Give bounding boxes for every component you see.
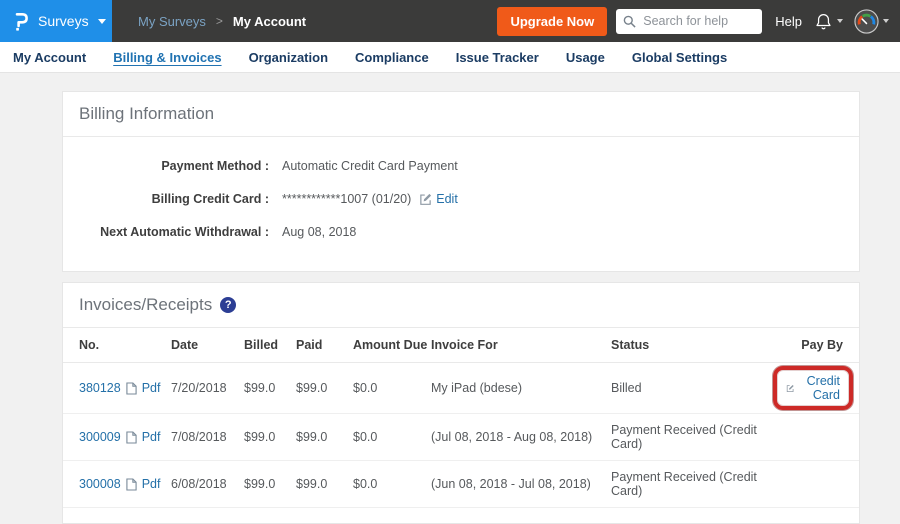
invoice-number-link[interactable]: 300008	[79, 477, 121, 491]
search-input[interactable]	[641, 13, 755, 29]
chevron-down-icon	[883, 19, 889, 23]
edit-pencil-icon	[786, 382, 794, 395]
pdf-download-link[interactable]: Pdf	[142, 430, 161, 444]
invoice-for: (Jul 08, 2018 - Aug 08, 2018)	[431, 414, 611, 461]
invoice-date: 7/20/2018	[171, 363, 244, 414]
app-logo-block[interactable]: Surveys	[0, 0, 112, 42]
nav-tab-my-account[interactable]: My Account	[13, 50, 86, 65]
edit-credit-card-link[interactable]: Edit	[419, 192, 458, 206]
nav-tab-billing-invoices[interactable]: Billing & Invoices	[113, 50, 221, 65]
search-icon	[623, 15, 636, 28]
billing-info-row: Billing Credit Card : ************1007 (…	[79, 192, 843, 206]
nav-tab-issue-tracker[interactable]: Issue Tracker	[456, 50, 539, 65]
invoice-billed: $99.0	[244, 414, 296, 461]
col-header-amount-due: Amount Due	[353, 328, 431, 363]
invoice-paid: $99.0	[296, 461, 353, 508]
billing-info-label: Next Automatic Withdrawal :	[79, 225, 269, 239]
col-header-pay-by: Pay By	[773, 328, 859, 363]
nav-tab-organization[interactable]: Organization	[249, 50, 328, 65]
col-header-billed: Billed	[244, 328, 296, 363]
invoice-status: Payment Received (Credit Card)	[611, 461, 773, 508]
avatar	[854, 9, 879, 34]
billing-info-row: Payment Method : Automatic Credit Card P…	[79, 159, 843, 173]
invoice-date: 6/08/2018	[171, 461, 244, 508]
nav-tab-compliance[interactable]: Compliance	[355, 50, 429, 65]
invoice-number-link[interactable]: 300009	[79, 430, 121, 444]
invoice-amount-due: $0.0	[353, 363, 431, 414]
invoice-amount-due: $0.0	[353, 414, 431, 461]
invoices-table: No. Date Billed Paid Amount Due Invoice …	[63, 328, 859, 508]
invoice-paid: $99.0	[296, 414, 353, 461]
pdf-icon	[126, 382, 137, 395]
col-header-no: No.	[63, 328, 171, 363]
invoice-row: 300009 Pdf 7/08/2018 $99.0 $99.0 $0.0 (J…	[63, 414, 859, 461]
account-settings-nav: My Account Billing & Invoices Organization…	[0, 42, 900, 73]
help-question-icon[interactable]: ?	[220, 297, 236, 313]
pdf-download-link[interactable]: Pdf	[142, 381, 161, 395]
invoice-billed: $99.0	[244, 363, 296, 414]
billing-info-row: Next Automatic Withdrawal : Aug 08, 2018	[79, 225, 843, 239]
invoices-receipts-header: Invoices/Receipts ?	[63, 283, 859, 328]
pay-by-credit-card-link[interactable]: Credit Card	[799, 374, 840, 402]
invoices-table-header-row: No. Date Billed Paid Amount Due Invoice …	[63, 328, 859, 363]
help-search-box[interactable]	[616, 9, 762, 34]
billing-info-value: Aug 08, 2018	[282, 225, 356, 239]
breadcrumb-current-page: My Account	[233, 14, 306, 29]
upgrade-now-button[interactable]: Upgrade Now	[497, 7, 607, 36]
col-header-paid: Paid	[296, 328, 353, 363]
table-bottom-spacer	[63, 508, 859, 523]
pdf-icon	[126, 431, 137, 444]
edit-pencil-icon	[419, 193, 432, 206]
pdf-icon	[126, 478, 137, 491]
nav-tab-global-settings[interactable]: Global Settings	[632, 50, 727, 65]
breadcrumb-separator-icon: >	[216, 14, 223, 28]
invoice-row: 380128 Pdf 7/20/2018 $99.0 $99.0 $0.0 My…	[63, 363, 859, 414]
billing-info-value: Automatic Credit Card Payment	[282, 159, 458, 173]
billing-info-value: ************1007 (01/20) Edit	[282, 192, 458, 206]
invoices-receipts-title: Invoices/Receipts	[79, 295, 212, 315]
pay-by-annotation-highlight: Credit Card	[773, 366, 853, 410]
billing-information-header: Billing Information	[63, 92, 859, 137]
bell-icon	[814, 12, 833, 31]
invoice-number-link[interactable]: 380128	[79, 381, 121, 395]
top-header-bar: Surveys My Surveys > My Account Upgrade …	[0, 0, 900, 42]
billing-information-title: Billing Information	[79, 104, 214, 124]
col-header-date: Date	[171, 328, 244, 363]
invoice-status: Payment Received (Credit Card)	[611, 414, 773, 461]
billing-info-label: Billing Credit Card :	[79, 192, 269, 206]
breadcrumb-my-surveys[interactable]: My Surveys	[138, 14, 206, 29]
help-link[interactable]: Help	[775, 14, 802, 29]
breadcrumb: My Surveys > My Account	[138, 14, 306, 29]
invoice-row: 300008 Pdf 6/08/2018 $99.0 $99.0 $0.0 (J…	[63, 461, 859, 508]
billing-information-card: Billing Information Payment Method : Aut…	[62, 91, 860, 272]
invoice-billed: $99.0	[244, 461, 296, 508]
billing-info-label: Payment Method :	[79, 159, 269, 173]
pdf-download-link[interactable]: Pdf	[142, 477, 161, 491]
invoice-date: 7/08/2018	[171, 414, 244, 461]
card-gap	[0, 272, 900, 282]
nav-tab-usage[interactable]: Usage	[566, 50, 605, 65]
invoice-for: My iPad (bdese)	[431, 363, 611, 414]
product-switcher-label[interactable]: Surveys	[38, 13, 89, 29]
invoice-status: Billed	[611, 363, 773, 414]
chevron-down-icon	[837, 19, 843, 23]
col-header-invoice-for: Invoice For	[431, 328, 611, 363]
invoice-paid: $99.0	[296, 363, 353, 414]
questionpro-logo-icon	[13, 11, 29, 32]
page-content: Billing Information Payment Method : Aut…	[0, 73, 900, 524]
chevron-down-icon	[98, 19, 106, 24]
col-header-status: Status	[611, 328, 773, 363]
account-menu[interactable]	[854, 9, 889, 34]
billing-information-body: Payment Method : Automatic Credit Card P…	[63, 137, 859, 271]
invoice-amount-due: $0.0	[353, 461, 431, 508]
invoice-for: (Jun 08, 2018 - Jul 08, 2018)	[431, 461, 611, 508]
notifications-menu[interactable]	[814, 12, 843, 31]
